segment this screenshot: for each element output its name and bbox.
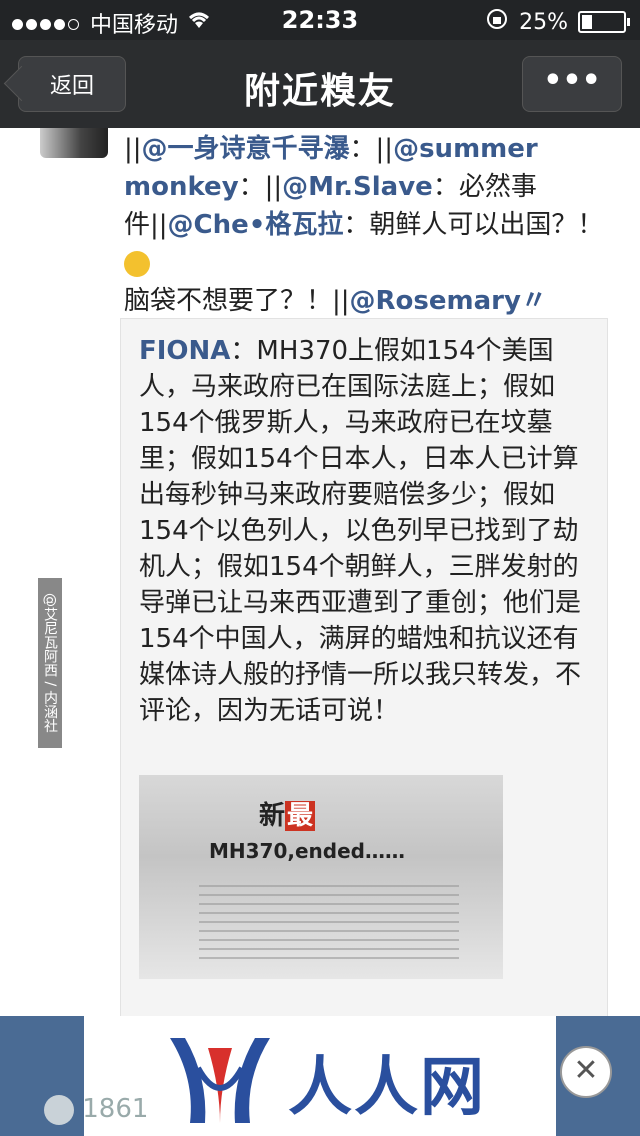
orientation-lock-icon <box>485 7 509 37</box>
status-right: 25% <box>485 7 630 37</box>
smile-icon <box>44 1094 74 1125</box>
separator: ：|| <box>349 134 394 164</box>
nav-bar: 返回 附近糗友 ••• <box>0 40 640 128</box>
emoji-icon <box>124 250 150 277</box>
separator: || <box>124 134 142 164</box>
ad-brand: 人人网 <box>288 1051 486 1125</box>
quoted-text: FIONA：MH370上假如154个美国人，马来政府已在国际法庭上；假如154个… <box>139 333 589 729</box>
post-text-fragment: 脑袋不想要了？！|| <box>124 286 350 316</box>
more-button[interactable]: ••• <box>522 56 622 112</box>
battery-icon <box>578 11 630 33</box>
battery-percent: 25% <box>519 9 568 35</box>
separator: ：|| <box>238 172 283 202</box>
ad-footer-count: 1861 <box>44 1094 148 1125</box>
newspaper-headline: MH370,ended…… <box>209 839 405 863</box>
ad-banner[interactable]: 1861 人人网 ✕ <box>0 1016 640 1136</box>
mention-link[interactable]: @Che•格瓦拉 <box>168 210 344 240</box>
count-label: 1861 <box>82 1094 149 1124</box>
renren-logo-icon <box>170 1032 270 1124</box>
masthead-text: 新 <box>259 801 286 831</box>
quoted-body: ：MH370上假如154个美国人，马来政府已在国际法庭上；假如154个俄罗斯人，… <box>139 336 582 726</box>
avatar[interactable] <box>40 128 108 158</box>
newspaper-image[interactable]: 新最 MH370,ended…… <box>139 775 503 979</box>
quoted-author[interactable]: FIONA <box>139 336 230 366</box>
post-content: ||@一身诗意千寻瀑：||@summer monkey：||@Mr.Slave：… <box>0 128 640 1136</box>
post-text-fragment: ：朝鲜人可以出国？！ <box>343 210 604 240</box>
quoted-post[interactable]: FIONA：MH370上假如154个美国人，马来政府已在国际法庭上；假如154个… <box>120 318 608 1130</box>
close-icon[interactable]: ✕ <box>560 1046 612 1098</box>
newspaper-masthead: 新最 <box>259 795 316 832</box>
masthead-red-text: 最 <box>285 801 316 831</box>
battery-fill <box>582 15 592 29</box>
newspaper-text-lines <box>199 885 459 965</box>
status-bar: 中国移动 22:33 25% <box>0 0 640 40</box>
mention-link[interactable]: @Mr.Slave <box>282 172 433 202</box>
mention-link[interactable]: @一身诗意千寻瀑 <box>142 134 350 164</box>
watermark: @艾尼瓦阿西 / 内涵社 <box>38 578 62 748</box>
